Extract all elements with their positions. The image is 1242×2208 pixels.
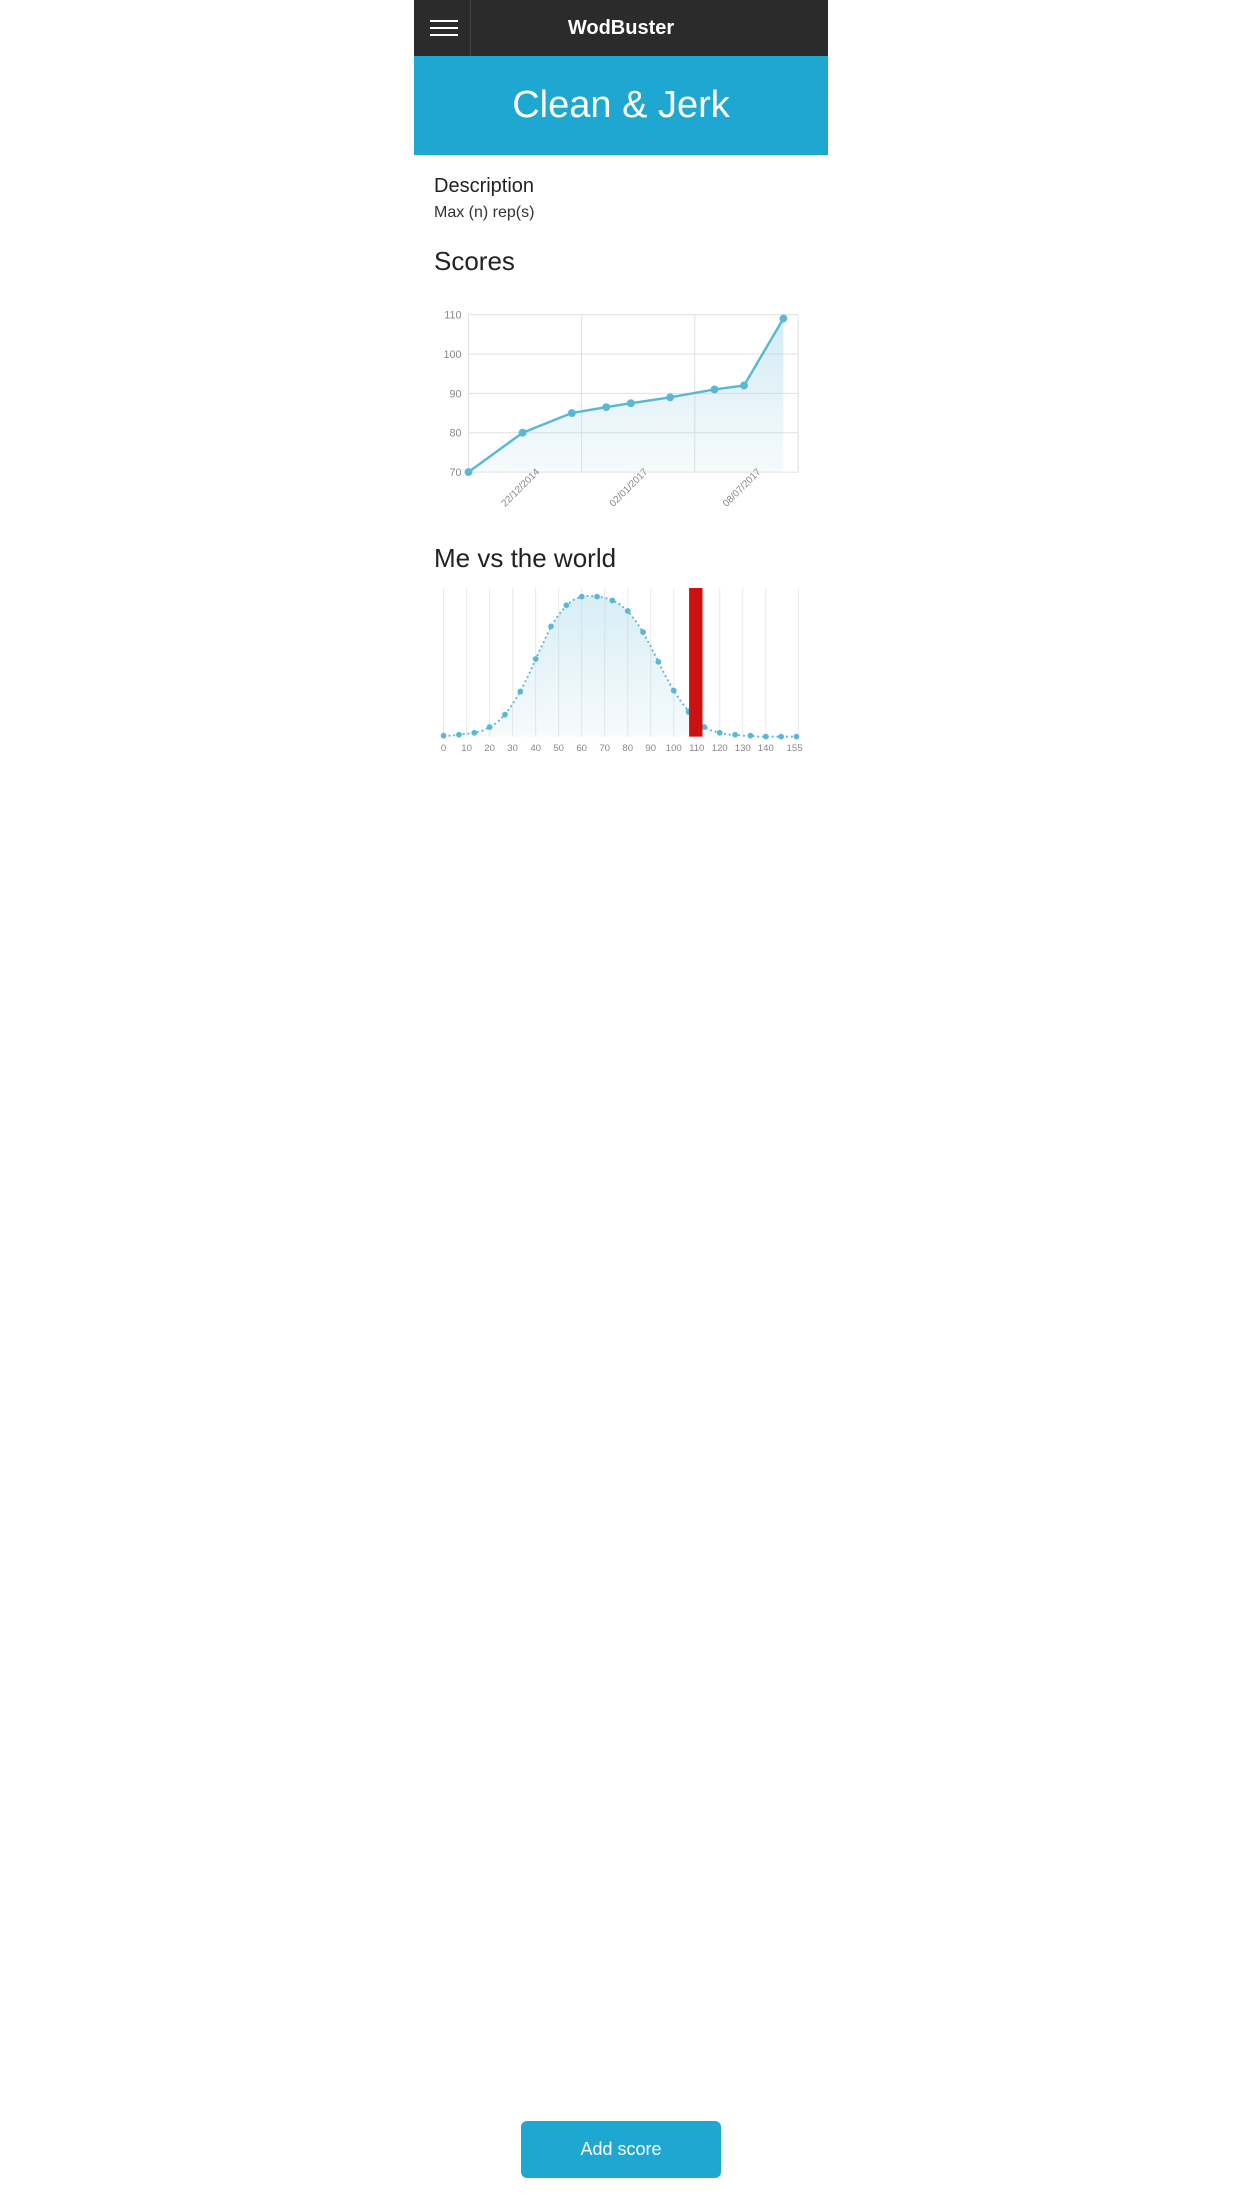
x-label-140: 140 [758,743,774,754]
bell-dot [671,687,677,693]
y-label-70: 70 [450,467,462,479]
y-label-110: 110 [444,310,461,322]
x-label-30: 30 [507,743,518,754]
bell-fill [444,595,799,736]
bell-dot [640,629,646,635]
bell-dot [502,711,508,717]
x-label-80: 80 [622,743,633,754]
dot-3 [568,409,576,417]
bell-dot [563,602,569,608]
bell-dot [763,733,769,739]
dot-1 [465,468,473,476]
bell-dot [487,724,493,730]
x-label-100: 100 [666,743,682,754]
y-label-100: 100 [444,349,462,361]
scores-title: Scores [434,246,808,277]
bell-dot [625,608,631,614]
x-label-2: 02/01/2017 [608,467,651,508]
x-label-3: 08/07/2017 [721,467,764,508]
y-label-90: 90 [450,388,462,400]
bell-dot [748,732,754,738]
header-divider [470,0,471,56]
bell-dot [594,593,600,599]
user-bar [689,588,702,737]
menu-button[interactable] [430,20,458,36]
bell-dot [517,688,523,694]
mvw-chart: 0 10 20 30 40 50 60 70 80 90 100 110 120… [434,588,808,785]
bell-dot [441,732,447,738]
x-label-20: 20 [484,743,495,754]
x-label-130: 130 [735,743,751,754]
exercise-banner: Clean & Jerk [414,56,828,155]
main-content: Description Max (n) rep(s) Scores 110 10… [414,155,828,914]
x-label-40: 40 [530,743,541,754]
bell-dot [533,656,539,662]
x-label-70: 70 [599,743,610,754]
bell-dot [579,593,585,599]
x-label-155: 155 [787,743,803,754]
dot-2 [519,429,527,437]
dot-4 [602,403,610,411]
mvw-chart-svg: 0 10 20 30 40 50 60 70 80 90 100 110 120… [434,588,808,780]
bell-dot [732,731,738,737]
x-label-110: 110 [689,743,704,754]
dot-7 [711,385,719,393]
bell-dot [717,729,723,735]
scores-chart: 110 100 90 80 70 [434,291,808,513]
x-label-90: 90 [645,743,656,754]
x-label-10: 10 [461,743,472,754]
bell-dot [456,731,462,737]
dot-6 [666,393,674,401]
x-label-50: 50 [553,743,564,754]
scores-chart-svg: 110 100 90 80 70 [434,291,808,508]
bell-dot [794,733,800,739]
app-header: WodBuster [414,0,828,56]
mvw-title: Me vs the world [434,543,808,574]
area-fill [468,319,783,473]
add-score-button[interactable]: Add score [521,2121,721,2178]
x-label-0: 0 [441,743,446,754]
dot-9 [779,315,787,323]
x-label-60: 60 [576,743,587,754]
description-value: Max (n) rep(s) [434,204,808,222]
bell-dot [609,597,615,603]
x-label-120: 120 [712,743,728,754]
dot-8 [740,382,748,390]
exercise-title: Clean & Jerk [430,84,812,127]
bell-dot [778,733,784,739]
dot-5 [627,399,635,407]
bell-dot [471,729,477,735]
app-title: WodBuster [568,17,674,40]
description-label: Description [434,175,808,198]
bell-dot [548,623,554,629]
y-label-80: 80 [450,428,462,440]
bell-dot [656,658,662,664]
